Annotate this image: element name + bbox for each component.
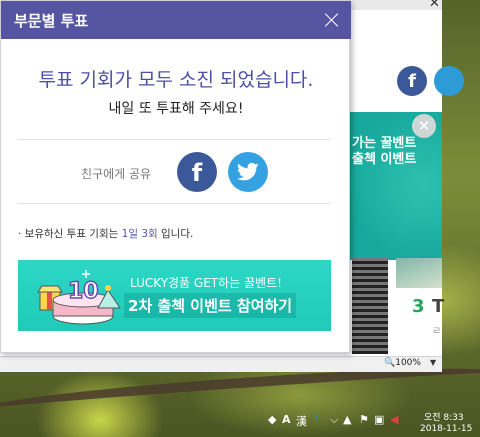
bg-photo-thumbnail[interactable] xyxy=(396,258,442,288)
close-icon[interactable] xyxy=(321,9,343,31)
modal-headline: 투표 기회가 모두 소진 되었습니다. xyxy=(38,69,314,91)
browser-statusbar xyxy=(0,356,442,372)
zoom-dropdown-icon[interactable]: ▼ xyxy=(430,358,436,367)
twitter-share-button[interactable] xyxy=(228,152,268,192)
bg-photo-thumbnail[interactable] xyxy=(352,258,388,354)
network-icon[interactable]: ▣ xyxy=(374,413,384,426)
facebook-share-button[interactable]: f xyxy=(177,152,217,192)
vote-limit-highlight: 1일 3회 xyxy=(121,228,158,240)
ime-toolbar-icon[interactable]: ◆ xyxy=(268,413,276,426)
twitter-icon xyxy=(237,162,259,181)
clock-date[interactable]: 2018-11-15 xyxy=(420,424,472,434)
bg-event-text: 가는 꿀벤트 출첵 이벤트 xyxy=(352,136,417,167)
facebook-icon: f xyxy=(191,159,203,187)
bg-item-subtitle: ㄹ xyxy=(432,326,442,337)
show-hidden-icons[interactable]: ▲ xyxy=(343,413,351,426)
zoom-icon: 🔍 xyxy=(384,358,396,368)
help-icon[interactable]: ? xyxy=(313,413,319,426)
modal-title: 부문별 투표 xyxy=(14,12,89,30)
divider xyxy=(18,203,331,204)
divider xyxy=(18,139,331,140)
birthday-cake-icon: 10 xyxy=(37,270,121,325)
modal-header: 부문별 투표 xyxy=(1,1,351,39)
bg-item-number: 3 xyxy=(412,296,425,317)
event-banner-caption: LUCKY경품 GET하는 꿀벤트! xyxy=(130,276,282,290)
bg-twitter-icon[interactable] xyxy=(434,66,464,96)
share-label: 친구에게 공유 xyxy=(81,167,152,181)
vote-info-text: · 보유하신 투표 기회는 1일 3회 입니다. xyxy=(18,228,194,240)
clock-time[interactable]: 오전 8:33 xyxy=(424,410,464,423)
event-banner-button[interactable]: 10 LUCKY경품 GET하는 꿀벤트! 2차 출첵 이벤트 참여하기 xyxy=(18,260,331,331)
modal-subline: 내일 또 투표해 주세요! xyxy=(108,101,244,117)
cake-number: 10 xyxy=(68,279,99,304)
flag-icon[interactable]: ⚑ xyxy=(359,413,369,426)
bg-facebook-icon[interactable]: f xyxy=(397,66,427,96)
volume-muted-icon[interactable]: ◀ xyxy=(390,413,398,426)
zoom-level[interactable]: 🔍100% xyxy=(384,358,421,368)
ime-mode-a[interactable]: A xyxy=(282,413,291,426)
vote-modal: 부문별 투표 투표 기회가 모두 소진 되었습니다. 내일 또 투표해 주세요!… xyxy=(0,0,351,353)
ime-options-icon[interactable]: ⌵ xyxy=(330,413,338,427)
event-banner-cta: 2차 출첵 이벤트 참여하기 xyxy=(124,293,297,318)
ime-mode-hanja[interactable]: 漢 xyxy=(296,413,307,429)
bg-event-close-icon[interactable]: ✕ xyxy=(412,114,436,138)
bg-item-title: T xyxy=(432,296,445,317)
